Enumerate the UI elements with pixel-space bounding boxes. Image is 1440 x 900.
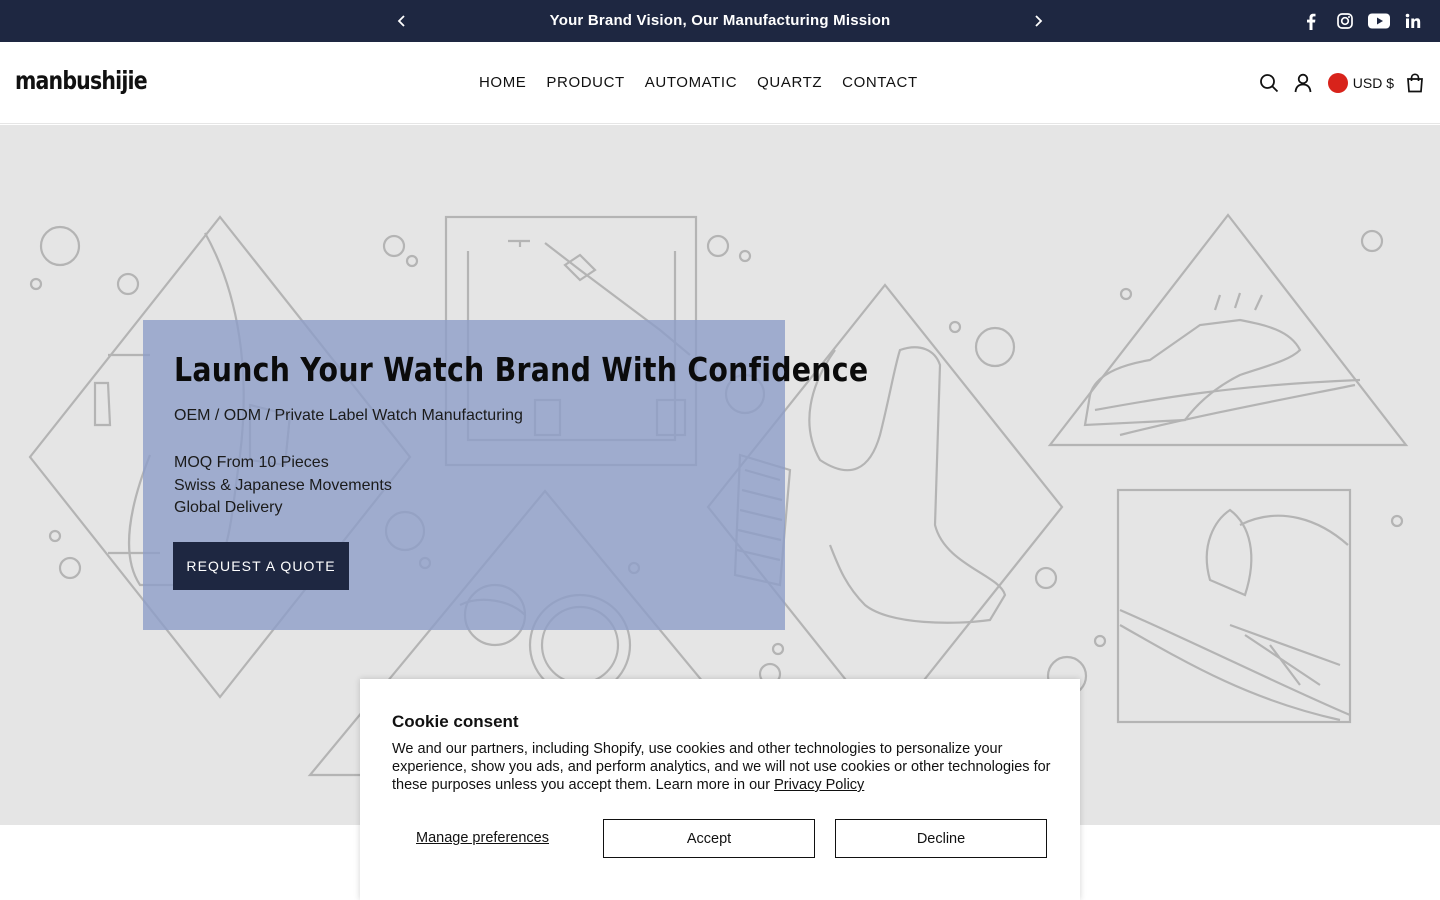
decline-button[interactable]: Decline bbox=[835, 819, 1047, 858]
nav-product[interactable]: PRODUCT bbox=[546, 74, 624, 91]
cookie-body: We and our partners, including Shopify, … bbox=[392, 741, 1051, 793]
site-logo[interactable]: manbushijie bbox=[15, 66, 148, 95]
hero-title: Launch Your Watch Brand With Confidence bbox=[174, 350, 869, 389]
chevron-right-icon bbox=[1035, 15, 1043, 27]
youtube-link[interactable] bbox=[1368, 10, 1390, 32]
hero-feature-list: MOQ From 10 Pieces Swiss & Japanese Move… bbox=[174, 452, 392, 520]
cookie-consent-dialog: Cookie consent We and our partners, incl… bbox=[360, 679, 1080, 900]
request-quote-button[interactable]: REQUEST A QUOTE bbox=[173, 542, 349, 590]
accept-button[interactable]: Accept bbox=[603, 819, 815, 858]
flag-icon bbox=[1327, 73, 1348, 93]
facebook-icon bbox=[1307, 13, 1316, 30]
cookie-text: We and our partners, including Shopify, … bbox=[392, 740, 1052, 794]
nav-home[interactable]: HOME bbox=[479, 74, 526, 91]
youtube-icon bbox=[1368, 13, 1390, 29]
search-button[interactable] bbox=[1256, 70, 1282, 96]
hero-subtitle: OEM / ODM / Private Label Watch Manufact… bbox=[174, 407, 523, 424]
instagram-icon bbox=[1337, 13, 1353, 29]
cart-button[interactable] bbox=[1402, 70, 1428, 96]
cookie-title: Cookie consent bbox=[392, 712, 519, 731]
social-links bbox=[1300, 10, 1424, 32]
cart-icon bbox=[1407, 73, 1423, 93]
nav-automatic[interactable]: AUTOMATIC bbox=[645, 74, 737, 91]
site-header: manbushijie HOME PRODUCT AUTOMATIC QUART… bbox=[0, 42, 1440, 124]
facebook-link[interactable] bbox=[1300, 10, 1322, 32]
search-icon bbox=[1259, 74, 1278, 93]
manage-preferences-link[interactable]: Manage preferences bbox=[416, 830, 549, 846]
currency-label: USD $ bbox=[1352, 75, 1394, 91]
hero-feature-item: MOQ From 10 Pieces bbox=[174, 454, 329, 471]
account-icon bbox=[1294, 73, 1312, 93]
instagram-link[interactable] bbox=[1334, 10, 1356, 32]
announcement-message: Your Brand Vision, Our Manufacturing Mis… bbox=[549, 12, 891, 29]
linkedin-icon bbox=[1405, 13, 1421, 28]
announcement-bar: Your Brand Vision, Our Manufacturing Mis… bbox=[0, 0, 1440, 42]
currency-selector[interactable]: USD $ bbox=[1327, 73, 1394, 93]
privacy-policy-link[interactable]: Privacy Policy bbox=[774, 777, 864, 793]
nav-quartz[interactable]: QUARTZ bbox=[757, 74, 822, 91]
linkedin-link[interactable] bbox=[1402, 10, 1424, 32]
main-nav: HOME PRODUCT AUTOMATIC QUARTZ CONTACT bbox=[479, 74, 918, 91]
account-button[interactable] bbox=[1290, 70, 1316, 96]
announcement-next-button[interactable] bbox=[1028, 10, 1048, 32]
hero-feature-item: Global Delivery bbox=[174, 499, 283, 516]
nav-contact[interactable]: CONTACT bbox=[842, 74, 918, 91]
header-tools: USD $ bbox=[1256, 70, 1428, 96]
hero-feature-item: Swiss & Japanese Movements bbox=[174, 476, 392, 494]
